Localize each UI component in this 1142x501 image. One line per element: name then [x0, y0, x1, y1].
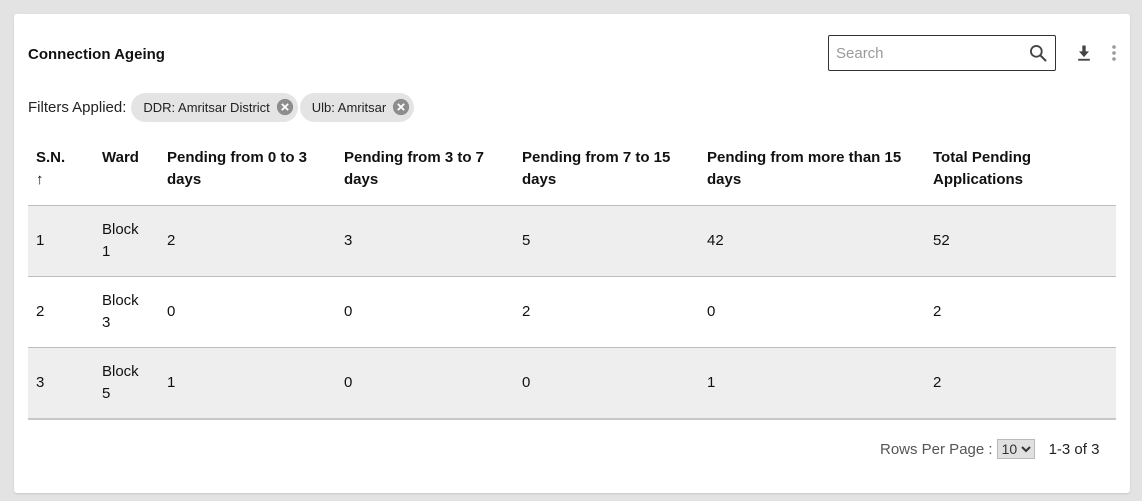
- cell-sn: 2: [28, 276, 94, 348]
- search-box[interactable]: [828, 35, 1056, 71]
- sort-arrow-up-icon[interactable]: ↑: [36, 169, 86, 191]
- cell-pending-3-7: 0: [336, 347, 514, 420]
- pagination: Rows Per Page : 10 1-3 of 3: [880, 438, 1099, 460]
- page-range: 1-3 of 3: [1048, 440, 1100, 458]
- more-vert-icon[interactable]: [1108, 43, 1120, 63]
- cell-pending-15-plus: 0: [699, 276, 925, 348]
- cell-pending-7-15: 0: [514, 347, 699, 420]
- cell-total-pending: 2: [925, 347, 1116, 420]
- header-pending-3-7[interactable]: Pending from 3 to 7 days: [336, 140, 514, 206]
- filter-chip-label: Ulb: Amritsar: [311, 99, 387, 115]
- cell-sn: 3: [28, 347, 94, 420]
- cell-total-pending: 2: [925, 276, 1116, 348]
- download-icon[interactable]: [1074, 43, 1094, 63]
- filter-chip-ddr[interactable]: DDR: Amritsar District: [131, 92, 298, 122]
- remove-filter-icon[interactable]: [392, 98, 410, 116]
- cell-pending-7-15: 5: [514, 205, 699, 277]
- cell-pending-0-3: 2: [159, 205, 336, 277]
- filters-row: Filters Applied: DDR: Amritsar District …: [28, 92, 416, 122]
- filters-label: Filters Applied:: [28, 98, 127, 116]
- filter-chip-label: DDR: Amritsar District: [143, 99, 270, 115]
- header-sn[interactable]: S.N. ↑: [28, 140, 94, 206]
- table-row: 1 Block 1 2 3 5 42 52: [28, 205, 1116, 277]
- cell-pending-3-7: 0: [336, 276, 514, 348]
- rows-per-page-label: Rows Per Page :: [880, 440, 993, 458]
- cell-total-pending: 52: [925, 205, 1116, 277]
- header-pending-15-plus[interactable]: Pending from more than 15 days: [699, 140, 925, 206]
- cell-pending-15-plus: 1: [699, 347, 925, 420]
- table-row: 3 Block 5 1 0 0 1 2: [28, 347, 1116, 420]
- table-header-row: S.N. ↑ Ward Pending from 0 to 3 days Pen…: [28, 140, 1116, 206]
- cell-pending-15-plus: 42: [699, 205, 925, 277]
- cell-ward: Block 1: [94, 205, 159, 277]
- search-icon[interactable]: [1028, 43, 1048, 63]
- search-input[interactable]: [836, 36, 1016, 70]
- cell-pending-0-3: 1: [159, 347, 336, 420]
- header-pending-0-3[interactable]: Pending from 0 to 3 days: [159, 140, 336, 206]
- card-title: Connection Ageing: [28, 46, 165, 63]
- ageing-table: S.N. ↑ Ward Pending from 0 to 3 days Pen…: [28, 140, 1116, 420]
- cell-ward: Block 3: [94, 276, 159, 348]
- connection-ageing-card: Connection Ageing Filters Applied: DDR: …: [14, 14, 1130, 493]
- header-ward[interactable]: Ward: [94, 140, 159, 206]
- table-row: 2 Block 3 0 0 2 0 2: [28, 276, 1116, 348]
- header-pending-7-15[interactable]: Pending from 7 to 15 days: [514, 140, 699, 206]
- cell-pending-0-3: 0: [159, 276, 336, 348]
- header-total-pending[interactable]: Total Pending Applications: [925, 140, 1116, 206]
- cell-pending-3-7: 3: [336, 205, 514, 277]
- remove-filter-icon[interactable]: [276, 98, 294, 116]
- rows-per-page-select[interactable]: 10: [996, 439, 1035, 459]
- cell-sn: 1: [28, 205, 94, 277]
- cell-pending-7-15: 2: [514, 276, 699, 348]
- filter-chip-ulb[interactable]: Ulb: Amritsar: [299, 92, 415, 122]
- cell-ward: Block 5: [94, 347, 159, 420]
- header-sn-label: S.N.: [36, 149, 66, 166]
